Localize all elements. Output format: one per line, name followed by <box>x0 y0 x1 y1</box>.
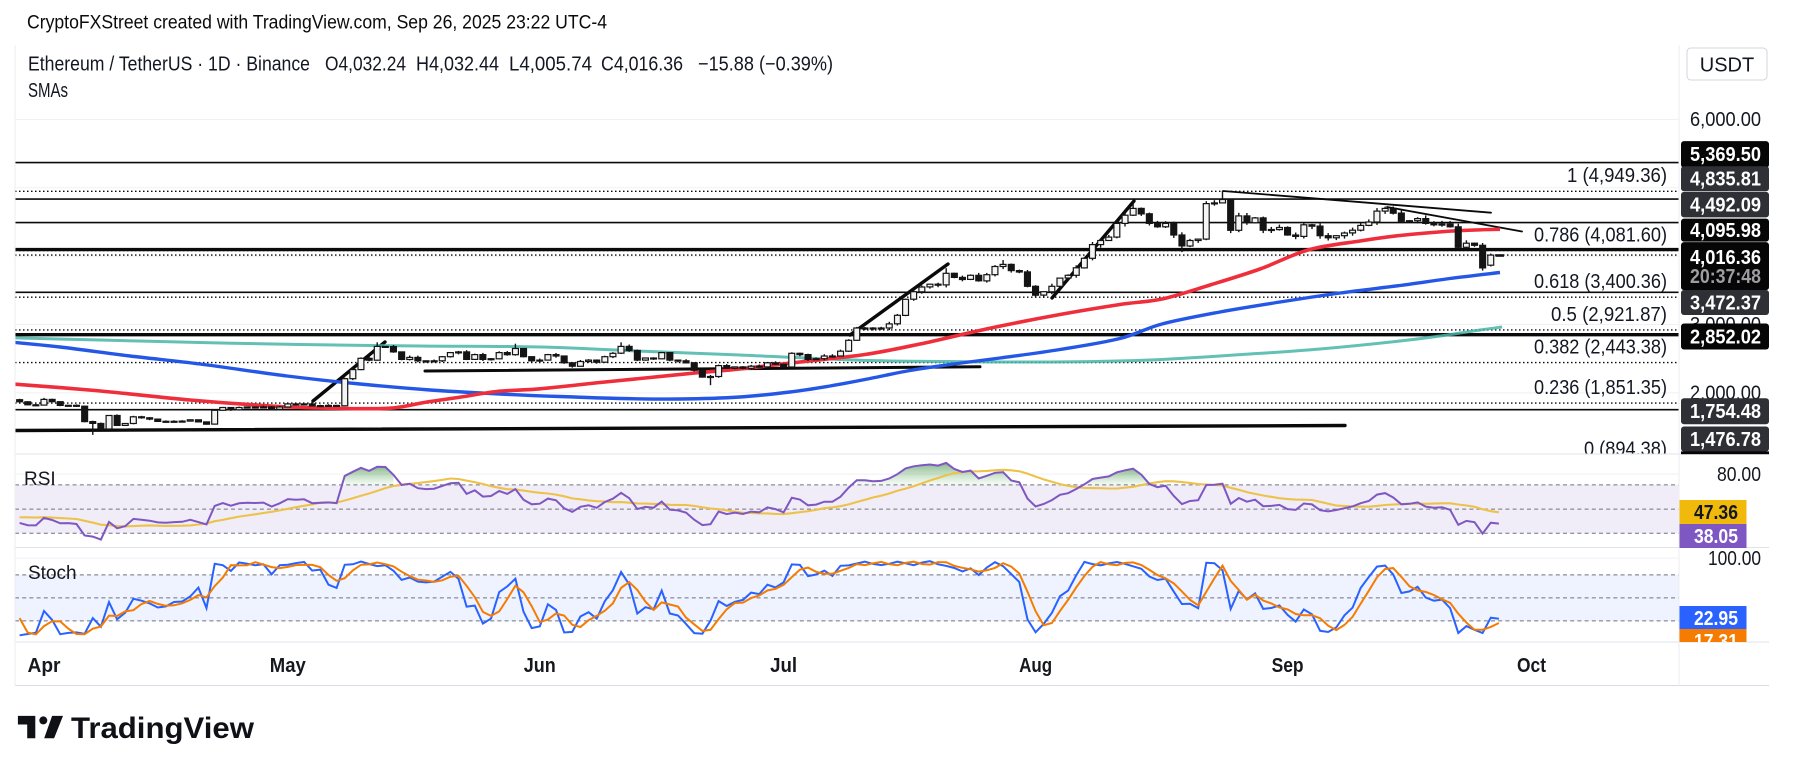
svg-text:USDT: USDT <box>1700 54 1754 76</box>
svg-text:1,476.78: 1,476.78 <box>1690 429 1761 451</box>
svg-text:−15.88 (−0.39%): −15.88 (−0.39%) <box>698 53 833 75</box>
svg-text:TradingView: TradingView <box>71 712 255 745</box>
svg-text:C4,016.36: C4,016.36 <box>601 53 683 75</box>
svg-text:4,095.98: 4,095.98 <box>1690 220 1761 242</box>
svg-text:RSI: RSI <box>24 469 56 490</box>
svg-text:Apr: Apr <box>28 655 61 677</box>
svg-text:100.00: 100.00 <box>1708 548 1761 570</box>
svg-text:47.36: 47.36 <box>1694 502 1738 524</box>
svg-text:H4,032.44: H4,032.44 <box>416 53 499 75</box>
svg-text:Aug: Aug <box>1019 655 1052 677</box>
svg-text:1,754.48: 1,754.48 <box>1690 401 1761 423</box>
svg-text:0.5 (2,921.87): 0.5 (2,921.87) <box>1551 304 1667 326</box>
svg-text:38.05: 38.05 <box>1694 526 1738 548</box>
svg-text:0.382 (2,443.38): 0.382 (2,443.38) <box>1534 336 1667 358</box>
svg-text:3,472.37: 3,472.37 <box>1690 292 1761 314</box>
svg-text:5,369.50: 5,369.50 <box>1690 144 1761 166</box>
svg-text:4,492.09: 4,492.09 <box>1690 195 1761 217</box>
svg-text:6,000.00: 6,000.00 <box>1690 109 1761 131</box>
svg-text:0.236 (1,851.35): 0.236 (1,851.35) <box>1534 377 1667 399</box>
svg-text:O4,032.24: O4,032.24 <box>325 53 406 75</box>
svg-text:0.786 (4,081.60): 0.786 (4,081.60) <box>1534 224 1667 246</box>
svg-text:Stoch: Stoch <box>28 563 77 584</box>
svg-text:Sep: Sep <box>1272 655 1304 677</box>
svg-text:4,835.81: 4,835.81 <box>1690 169 1761 191</box>
svg-text:Oct: Oct <box>1517 655 1546 677</box>
svg-text:May: May <box>270 655 307 677</box>
svg-text:20:37:48: 20:37:48 <box>1690 266 1761 288</box>
svg-text:22.95: 22.95 <box>1694 608 1738 630</box>
svg-text:SMAs: SMAs <box>28 80 68 102</box>
svg-text:2,852.02: 2,852.02 <box>1690 326 1761 348</box>
svg-text:Jun: Jun <box>524 655 556 677</box>
svg-text:L4,005.74: L4,005.74 <box>509 53 592 75</box>
svg-text:80.00: 80.00 <box>1717 464 1761 486</box>
svg-text:Jul: Jul <box>770 655 797 677</box>
svg-text:CryptoFXStreet created with Tr: CryptoFXStreet created with TradingView.… <box>27 13 607 34</box>
svg-text:Ethereum / TetherUS · 1D · Bin: Ethereum / TetherUS · 1D · Binance <box>28 53 310 75</box>
svg-text:1 (4,949.36): 1 (4,949.36) <box>1567 165 1667 187</box>
svg-text:0.618 (3,400.36): 0.618 (3,400.36) <box>1534 271 1667 293</box>
